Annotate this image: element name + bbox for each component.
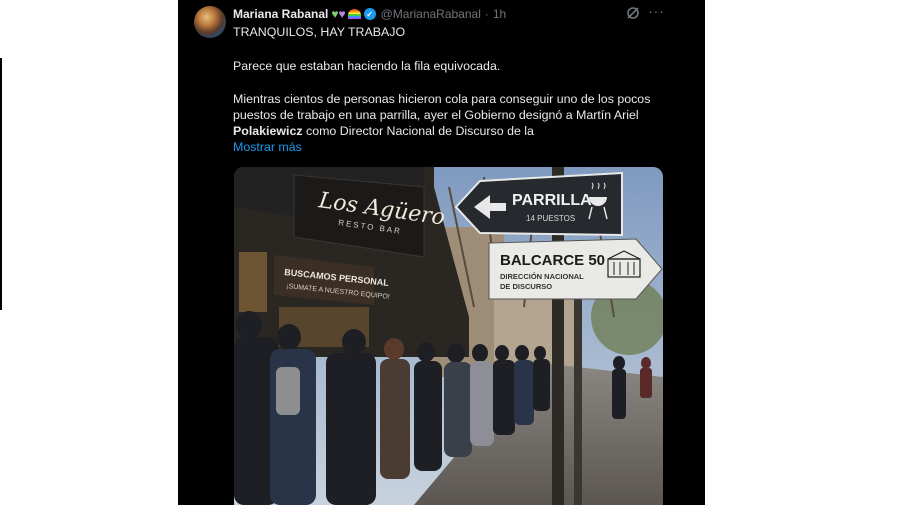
sign-bottom-subtitle1: DIRECCIÓN NACIONAL — [500, 272, 584, 281]
header-separator: · — [484, 7, 489, 21]
author-handle[interactable]: @MarianaRabanal — [381, 7, 481, 21]
green-heart-icon: ♥ — [331, 7, 339, 21]
show-more-link[interactable]: Mostrar más — [233, 140, 302, 154]
tweet-headline: TRANQUILOS, HAY TRABAJO — [233, 25, 406, 39]
more-options-icon[interactable]: ··· — [648, 3, 665, 19]
purple-heart-icon: ♥ — [338, 7, 346, 21]
sign-bottom-title: BALCARCE 50 — [500, 252, 605, 269]
tweet-mention-bold: Polakiewicz — [233, 124, 303, 138]
sign-top-subtitle: 14 PUESTOS — [526, 214, 575, 223]
tweet-paragraph-1: Parece que estaban haciendo la fila equi… — [233, 59, 501, 73]
tweet-paragraph-2-start: Mientras cientos de personas hicieron co… — [233, 92, 651, 122]
tweet-image[interactable]: Los Agüero RESTO BAR BUSCAMOS PERSONAL ¡… — [234, 167, 663, 505]
tweet-timestamp[interactable]: 1h — [493, 7, 506, 21]
verified-badge-icon: ✓ — [363, 8, 376, 20]
tweet-image-illustration: Los Agüero RESTO BAR BUSCAMOS PERSONAL ¡… — [234, 167, 663, 505]
rainbow-icon — [347, 9, 361, 19]
page-edge-line — [0, 58, 2, 310]
grok-icon[interactable] — [626, 6, 640, 20]
sign-top-title: PARRILLA — [512, 192, 592, 209]
tweet-paragraph-2-end: como Director Nacional de Discurso de la — [302, 124, 534, 138]
author-name[interactable]: Mariana Rabanal — [233, 7, 328, 21]
sign-bottom-subtitle2: DE DISCURSO — [500, 282, 552, 291]
avatar[interactable] — [194, 6, 226, 38]
tweet-card[interactable]: Mariana Rabanal ♥ ♥ ✓ @MarianaRabanal · … — [178, 0, 705, 505]
tweet-paragraph-2: Mientras cientos de personas hicieron co… — [233, 91, 678, 139]
tweet-header: Mariana Rabanal ♥ ♥ ✓ @MarianaRabanal · … — [233, 5, 506, 23]
